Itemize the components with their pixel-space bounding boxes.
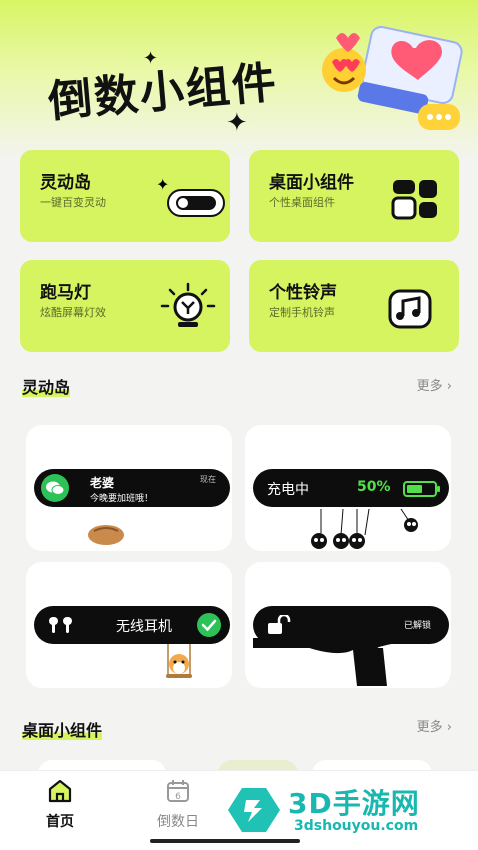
widget-grid-icon [391, 180, 437, 220]
chevron-right-icon: › [446, 720, 452, 735]
tab-home[interactable]: 首页 [20, 779, 100, 831]
svg-text:✦: ✦ [156, 176, 169, 194]
island-pill: 老婆 今晚要加班哦！ 现在 [34, 469, 230, 507]
message-text: 今晚要加班哦！ [90, 494, 154, 504]
feature-title: 个性铃声 [269, 283, 337, 303]
feature-card-desktop-widget[interactable]: 桌面小组件 个性桌面组件 [249, 150, 459, 242]
feature-card-marquee[interactable]: 跑马灯 炫酷屏幕灯效 [20, 260, 230, 352]
more-link-island[interactable]: 更多 › [417, 375, 452, 394]
feature-subtitle: 一键百变灵动 [40, 196, 106, 209]
unlock-icon [268, 615, 291, 634]
feature-subtitle: 个性桌面组件 [269, 196, 335, 209]
watermark-logo-icon [228, 788, 280, 832]
island-pill: 无线耳机 [34, 606, 230, 644]
check-circle-icon [197, 613, 221, 637]
watermark-domain: 3dshouyou.com [294, 818, 419, 834]
battery-percent: 50% [357, 479, 391, 495]
feature-card-ringtone[interactable]: 个性铃声 定制手机铃声 [249, 260, 459, 352]
tab-countdown[interactable]: 6 倒数日 [138, 779, 218, 831]
earphones-label: 无线耳机 [116, 619, 172, 635]
watermark: 3D手游网 3dshouyou.com [222, 782, 478, 838]
home-icon [48, 779, 72, 803]
section-title-island: 灵动岛 [22, 378, 71, 397]
island-card-earphones[interactable]: 无线耳机 [26, 562, 232, 688]
message-time: 现在 [200, 475, 216, 484]
bread-sticker-icon [88, 525, 124, 545]
feature-subtitle: 炫酷屏幕灯效 [40, 306, 106, 319]
wechat-icon [41, 474, 69, 502]
feature-title: 跑马灯 [40, 283, 91, 303]
tab-label: 倒数日 [157, 814, 199, 830]
feature-card-dynamic-island[interactable]: 灵动岛 一键百变灵动 ✦ [20, 150, 230, 242]
unlock-label: 已解锁 [403, 621, 431, 631]
feature-title: 桌面小组件 [269, 173, 354, 193]
tab-label: 首页 [46, 814, 74, 830]
island-shape-icon [253, 638, 403, 686]
watermark-brand: 3D手游网 [288, 787, 420, 820]
chevron-right-icon: › [446, 379, 452, 394]
light-bulb-icon [160, 282, 216, 327]
earbuds-icon [49, 617, 72, 633]
island-card-charging[interactable]: 充电中 50% [245, 425, 451, 551]
section-title-widgets: 桌面小组件 [22, 721, 103, 740]
dog-swing-sticker-icon [166, 644, 192, 678]
island-card-message[interactable]: 老婆 今晚要加班哦！ 现在 [26, 425, 232, 551]
more-link-widgets[interactable]: 更多 › [417, 716, 452, 735]
toggle-switch-icon: ✦ [156, 176, 225, 217]
battery-icon [403, 481, 440, 497]
calendar-icon: 6 [167, 780, 189, 802]
feature-title: 灵动岛 [40, 173, 91, 193]
hanging-creatures-icon [311, 508, 418, 549]
feature-subtitle: 定制手机铃声 [269, 306, 335, 319]
music-note-icon [388, 289, 432, 329]
island-card-unlock[interactable]: 已解锁 [245, 562, 451, 688]
sender-name: 老婆 [90, 476, 115, 490]
island-pill: 充电中 50% [253, 469, 449, 507]
charging-label: 充电中 [267, 482, 309, 498]
emoji-illustration [322, 26, 463, 130]
svg-text:6: 6 [175, 792, 181, 802]
home-indicator-bar [0, 834, 478, 850]
